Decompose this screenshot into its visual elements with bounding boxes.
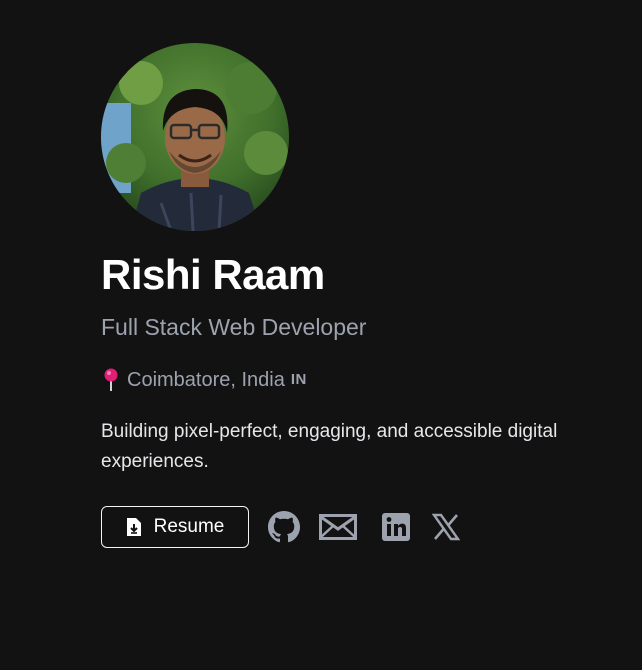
profile-name: Rishi Raam <box>101 251 325 298</box>
linkedin-link[interactable] <box>381 510 411 544</box>
social-links <box>267 510 461 544</box>
avatar <box>101 43 289 231</box>
email-link[interactable] <box>319 510 357 544</box>
x-link[interactable] <box>431 510 461 544</box>
linkedin-icon <box>382 513 410 541</box>
mail-icon <box>319 514 357 540</box>
bio: Building pixel-perfect, engaging, and ac… <box>101 421 558 472</box>
location-text: Coimbatore, India <box>127 369 285 391</box>
github-link[interactable] <box>267 510 301 544</box>
file-download-icon <box>126 518 141 536</box>
country-code: IN <box>290 371 307 388</box>
location: Coimbatore, India IN <box>101 367 621 393</box>
resume-button[interactable]: Resume <box>101 506 249 548</box>
pin-icon <box>104 368 118 391</box>
x-icon <box>432 513 460 541</box>
github-icon <box>268 511 300 543</box>
profile-role: Full Stack Web Developer <box>101 314 367 340</box>
profile-card: Rishi Raam Full Stack Web Developer Coim… <box>101 43 621 548</box>
resume-label: Resume <box>153 516 225 537</box>
action-row: Resume <box>101 506 621 548</box>
